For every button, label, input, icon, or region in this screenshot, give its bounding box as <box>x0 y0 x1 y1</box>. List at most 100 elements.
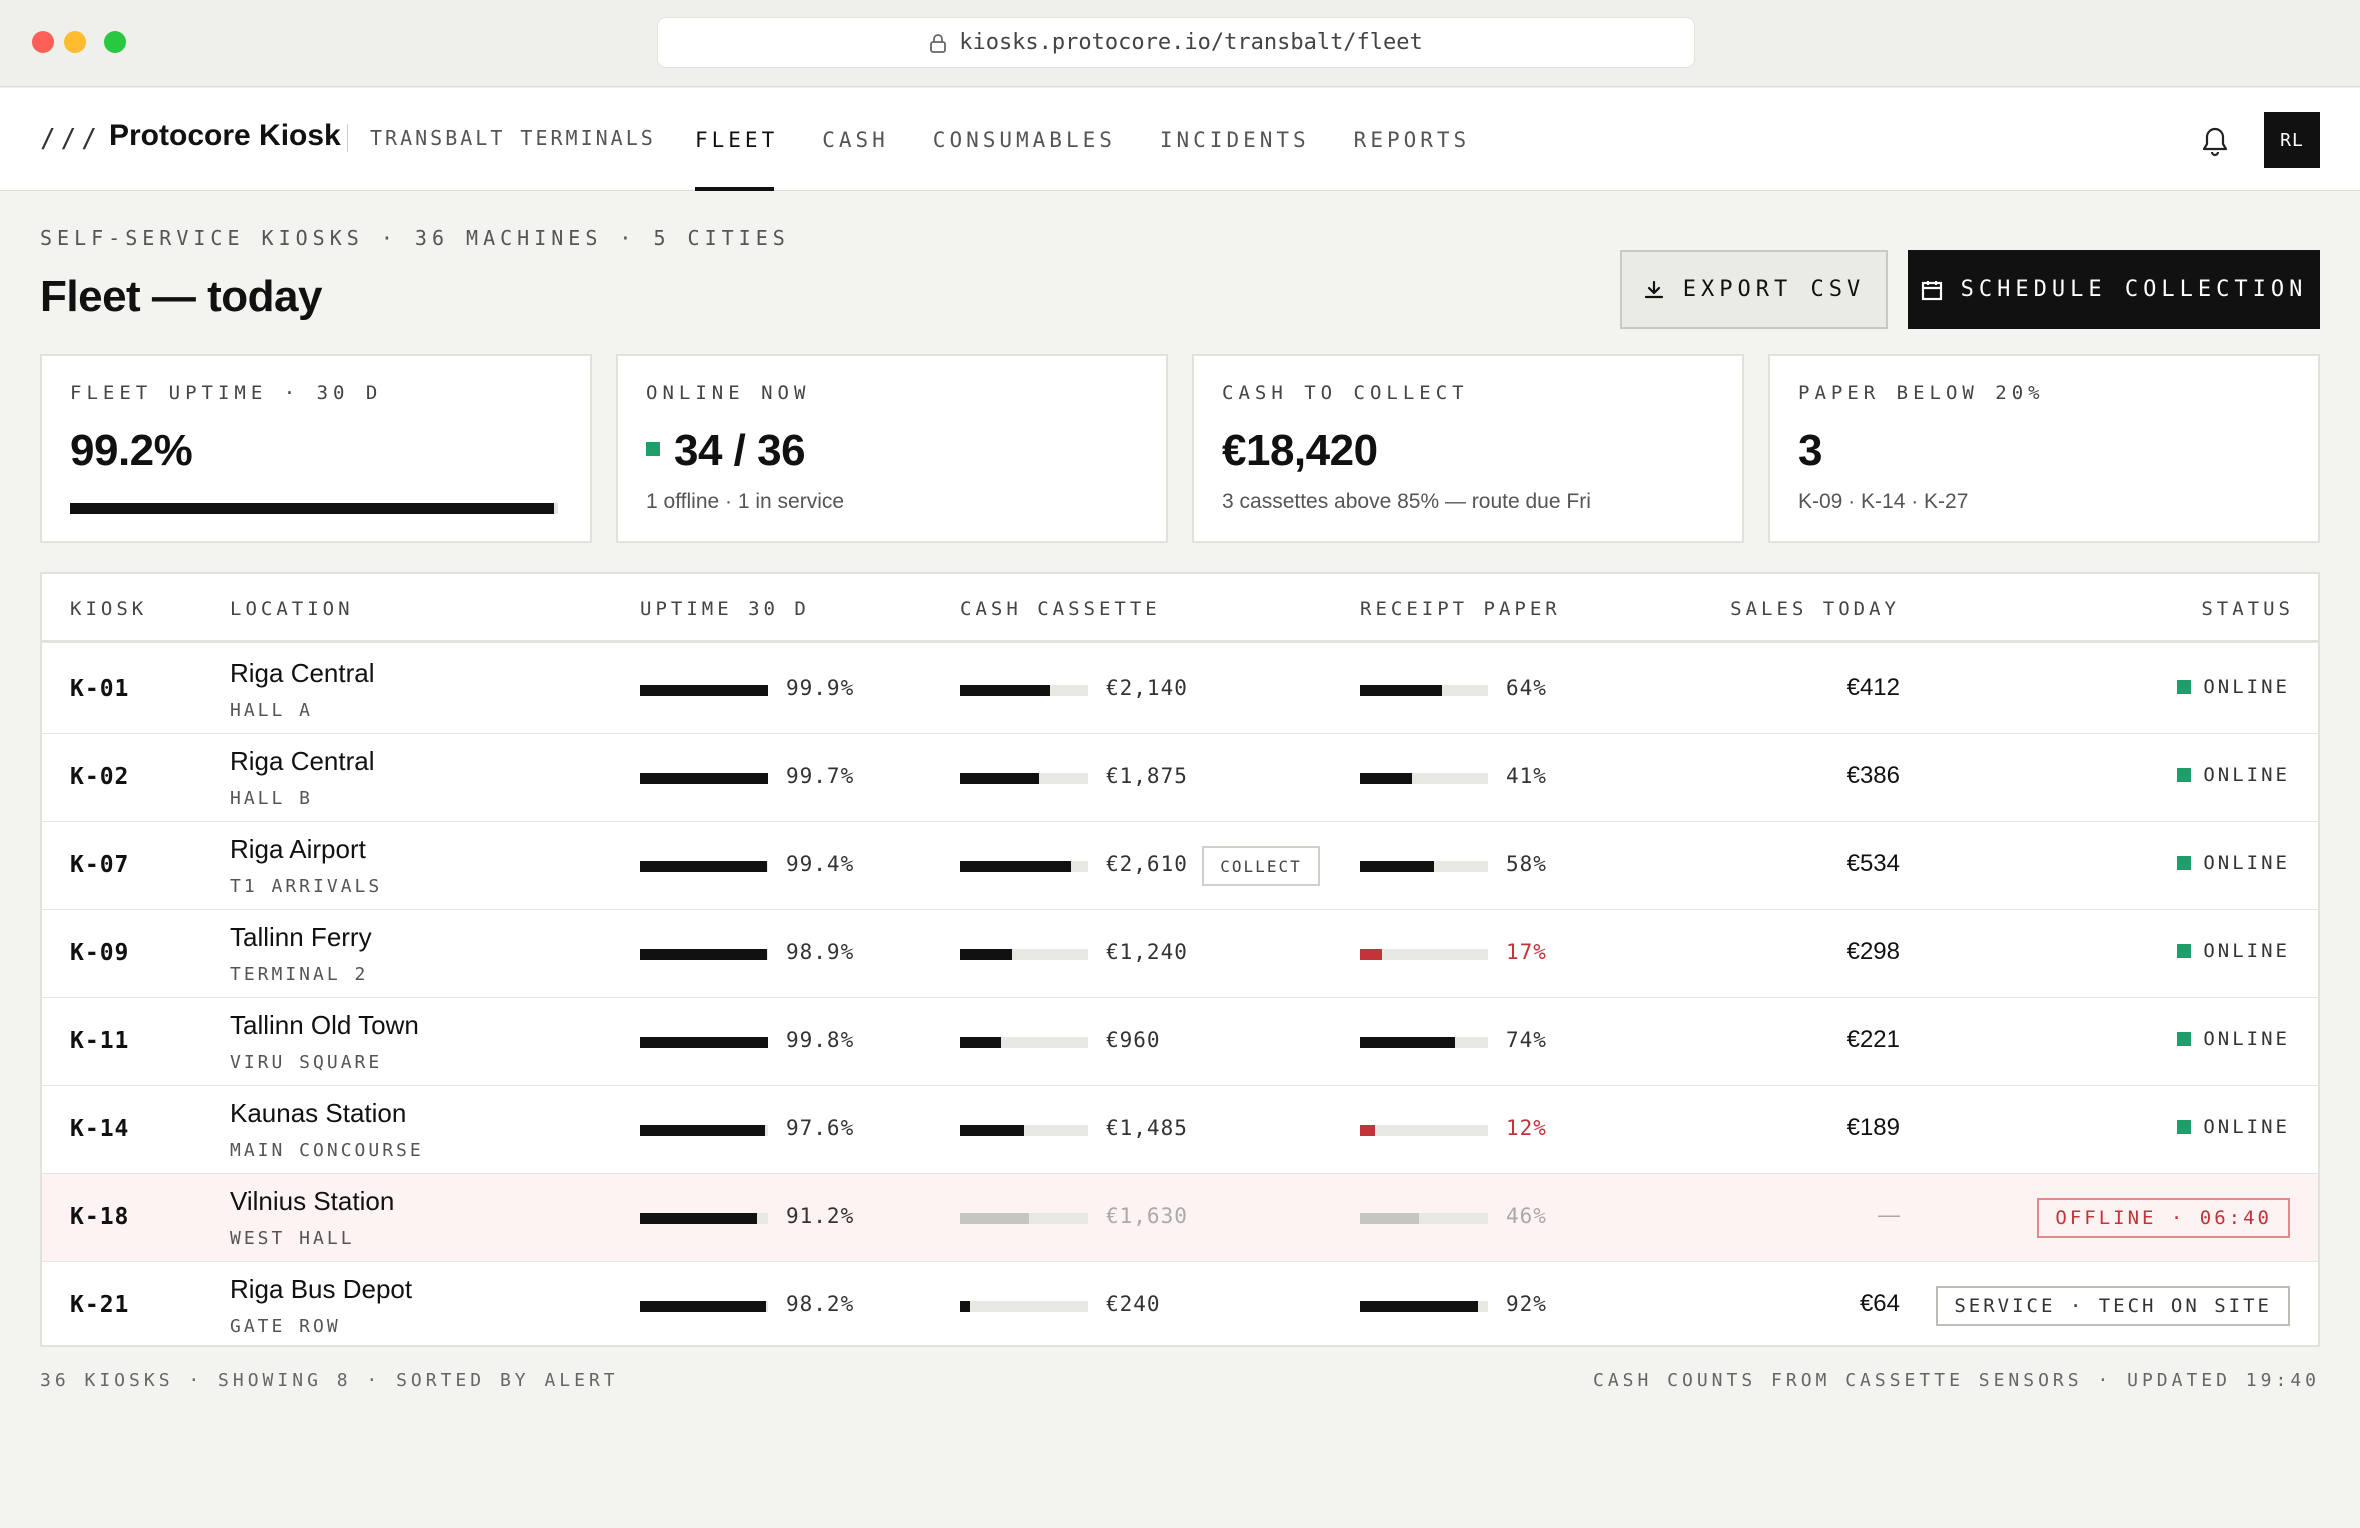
paper-value: 92% <box>1506 1292 1547 1316</box>
sales-value: €64 <box>1859 1290 1900 1317</box>
location-detail: GATE ROW <box>230 1316 341 1337</box>
table-row[interactable]: K-11 Tallinn Old Town VIRU SQUARE 99.8% €960… <box>42 998 2318 1086</box>
window-minimize-button[interactable] <box>64 31 86 53</box>
kpi-card-paper: PAPER BELOW 20% 3 K-09 · K-14 · K-27 <box>1768 354 2320 543</box>
paper-value: 12% <box>1506 1116 1547 1140</box>
table-row[interactable]: K-14 Kaunas Station MAIN CONCOURSE 97.6% €1,… <box>42 1086 2318 1174</box>
lock-icon <box>930 33 947 53</box>
online-indicator <box>646 442 660 457</box>
page-eyebrow: SELF-SERVICE KIOSKS · 36 MACHINES · 5 CI… <box>40 226 790 250</box>
status-badge: ONLINE <box>2177 764 2290 786</box>
paper-bar <box>1360 1125 1488 1136</box>
address-bar[interactable]: kiosks.protocore.io/transbalt/fleet <box>657 17 1695 68</box>
kpi-card-uptime: FLEET UPTIME · 30 D 99.2% <box>40 354 592 543</box>
column-header-uptime[interactable]: UPTIME 30 D <box>640 598 810 620</box>
nav-reports[interactable]: REPORTS <box>1354 88 1471 191</box>
uptime-bar-fill <box>640 861 768 872</box>
cash-bar <box>960 1213 1088 1224</box>
location-name: Kaunas Station <box>230 1098 407 1128</box>
nav-consumables[interactable]: CONSUMABLES <box>933 88 1116 191</box>
paper-value: 46% <box>1506 1204 1547 1228</box>
column-header-sales[interactable]: SALES TODAY <box>1730 598 1900 620</box>
online-indicator <box>2177 856 2192 870</box>
paper-value: 64% <box>1506 676 1547 700</box>
column-header-location[interactable]: LOCATION <box>230 598 354 620</box>
window-close-button[interactable] <box>32 31 54 53</box>
table-footer-source: CASH COUNTS FROM CASSETTE SENSORS · UPDA… <box>1592 1370 2320 1391</box>
sales-value: €298 <box>1846 938 1900 965</box>
main-nav: FLEET CASH CONSUMABLES INCIDENTS REPORTS <box>695 88 1514 191</box>
sales-value: €412 <box>1846 674 1900 701</box>
uptime-bar <box>640 949 768 960</box>
kiosk-id[interactable]: K-18 <box>70 1204 129 1230</box>
status-badge: ONLINE <box>2177 940 2290 962</box>
cash-bar-fill <box>960 1037 1001 1048</box>
location-name: Riga Central <box>230 658 375 688</box>
column-header-cash[interactable]: CASH CASSETTE <box>960 598 1161 620</box>
nav-fleet[interactable]: FLEET <box>695 88 778 191</box>
column-header-kiosk[interactable]: KIOSK <box>70 598 147 620</box>
paper-bar <box>1360 949 1488 960</box>
cash-bar <box>960 1301 1088 1312</box>
location-name: Riga Airport <box>230 834 366 864</box>
kpi-label: FLEET UPTIME · 30 D <box>70 382 383 404</box>
status-badge: SERVICE · TECH ON SITE <box>1936 1286 2290 1326</box>
table-row[interactable]: K-01 Riga Central HALL A 99.9% €2,140 64% €412… <box>42 646 2318 734</box>
export-csv-button[interactable]: EXPORT CSV <box>1620 250 1888 329</box>
window-maximize-button[interactable] <box>104 31 126 53</box>
kiosk-id[interactable]: K-02 <box>70 764 129 790</box>
column-header-status[interactable]: STATUS <box>2201 598 2294 620</box>
table-row[interactable]: K-02 Riga Central HALL B 99.7% €1,875 41% €386… <box>42 734 2318 822</box>
brand-mark: /// <box>40 124 102 154</box>
collect-button[interactable]: COLLECT <box>1202 846 1320 886</box>
nav-incidents[interactable]: INCIDENTS <box>1160 88 1310 191</box>
sales-value: €386 <box>1846 762 1900 789</box>
address-url: kiosks.protocore.io/transbalt/fleet <box>959 30 1423 55</box>
paper-bar-fill <box>1360 685 1442 696</box>
online-count: 34 / 36 <box>674 426 806 475</box>
page-title: Fleet — today <box>40 272 323 321</box>
status-label: ONLINE <box>2203 1116 2290 1138</box>
kpi-label: CASH TO COLLECT <box>1222 382 1469 404</box>
kiosk-id[interactable]: K-14 <box>70 1116 129 1142</box>
location-detail: HALL A <box>230 700 314 721</box>
sales-value: €189 <box>1846 1114 1900 1141</box>
uptime-progress-fill <box>70 503 555 514</box>
brand-divider <box>347 124 348 152</box>
kiosk-id[interactable]: K-01 <box>70 676 129 702</box>
kiosk-id[interactable]: K-09 <box>70 940 129 966</box>
schedule-collection-button[interactable]: SCHEDULE COLLECTION <box>1908 250 2320 329</box>
location-name: Vilnius Station <box>230 1186 395 1216</box>
cash-bar-fill <box>960 1213 1030 1224</box>
table-row[interactable]: K-07 Riga Airport T1 ARRIVALS 99.4% €2,610 CO… <box>42 822 2318 910</box>
uptime-value: 98.9% <box>786 940 855 964</box>
bell-icon[interactable] <box>2199 123 2231 157</box>
paper-bar-fill <box>1360 949 1382 960</box>
cash-bar <box>960 773 1088 784</box>
status-label: ONLINE <box>2203 676 2290 698</box>
kpi-card-cash: CASH TO COLLECT €18,420 3 cassettes abov… <box>1192 354 1744 543</box>
table-row[interactable]: K-18 Vilnius Station WEST HALL 91.2% €1,630 4… <box>42 1174 2318 1262</box>
uptime-bar <box>640 861 768 872</box>
table-row[interactable]: K-09 Tallinn Ferry TERMINAL 2 98.9% €1,240 17… <box>42 910 2318 998</box>
paper-bar-fill <box>1360 773 1413 784</box>
brand-name[interactable]: Protocore Kiosk <box>109 119 341 153</box>
column-header-paper[interactable]: RECEIPT PAPER <box>1360 598 1561 620</box>
table-row[interactable]: K-21 Riga Bus Depot GATE ROW 98.2% €240 92% €6… <box>42 1262 2318 1350</box>
nav-cash[interactable]: CASH <box>822 88 889 191</box>
kiosk-id[interactable]: K-07 <box>70 852 129 878</box>
kpi-sub: K-09 · K-14 · K-27 <box>1798 490 1969 513</box>
cash-bar <box>960 685 1088 696</box>
status-label: ONLINE <box>2203 1028 2290 1050</box>
user-avatar[interactable]: RL <box>2264 112 2320 168</box>
status-badge: OFFLINE · 06:40 <box>2037 1198 2290 1238</box>
uptime-bar-fill <box>640 1037 768 1048</box>
kiosk-id[interactable]: K-11 <box>70 1028 129 1054</box>
kpi-label: ONLINE NOW <box>646 382 811 404</box>
paper-bar <box>1360 861 1488 872</box>
kpi-label: PAPER BELOW 20% <box>1798 382 2045 404</box>
online-indicator <box>2177 680 2192 694</box>
kiosk-id[interactable]: K-21 <box>70 1292 129 1318</box>
kpi-sub: 1 offline · 1 in service <box>646 490 845 513</box>
paper-bar-fill <box>1360 1125 1376 1136</box>
